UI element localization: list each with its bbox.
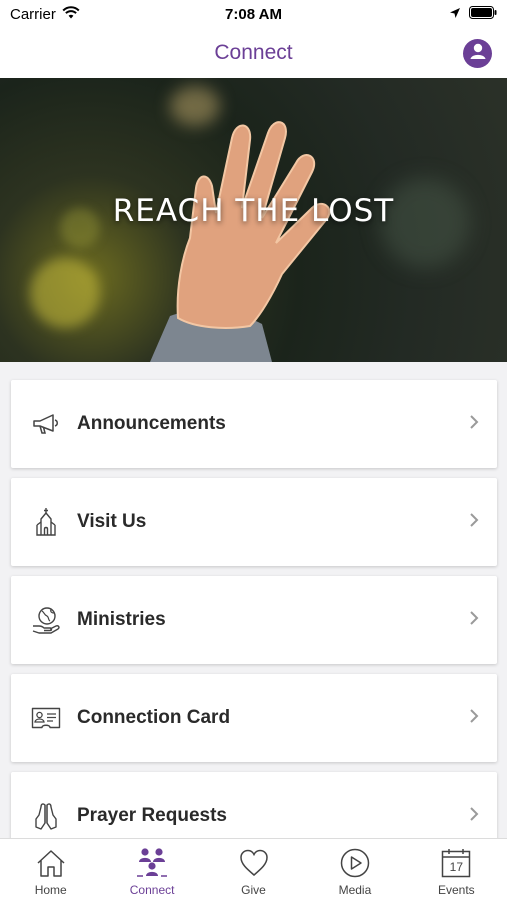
globe-hand-icon: [31, 605, 61, 635]
church-icon: [31, 507, 61, 537]
tab-label: Home: [34, 883, 67, 897]
calendar-day: 17: [449, 860, 463, 874]
chevron-right-icon: [469, 610, 479, 631]
id-card-icon: [31, 703, 61, 733]
people-icon: [135, 847, 169, 879]
tab-give[interactable]: Give: [203, 839, 304, 900]
page-title: Connect: [214, 41, 293, 64]
menu-item-label: Connection Card: [77, 707, 231, 728]
status-bar: Carrier 7:08 AM: [0, 0, 507, 28]
tab-bar: Home Connect Give Media 17 Events: [0, 838, 507, 900]
nav-bar: Connect: [0, 28, 507, 78]
hero-title: REACH THE LOST: [112, 193, 395, 229]
calendar-icon: 17: [439, 847, 473, 879]
tab-home[interactable]: Home: [0, 839, 101, 900]
play-icon: [338, 847, 372, 879]
menu-item-label: Visit Us: [77, 511, 147, 532]
tab-media[interactable]: Media: [304, 839, 405, 900]
chevron-right-icon: [469, 806, 479, 827]
tab-label: Media: [338, 883, 372, 897]
menu-item-ministries[interactable]: Ministries: [11, 576, 497, 664]
heart-icon: [237, 847, 271, 879]
menu-item-connection-card[interactable]: Connection Card: [11, 674, 497, 762]
location-arrow-icon: [449, 6, 461, 23]
profile-icon: [468, 41, 488, 66]
tab-connect[interactable]: Connect: [101, 839, 202, 900]
menu-item-visit-us[interactable]: Visit Us: [11, 478, 497, 566]
carrier-label: Carrier: [10, 5, 56, 23]
menu-item-label: Prayer Requests: [77, 805, 227, 826]
tab-label: Connect: [129, 883, 175, 897]
profile-button[interactable]: [463, 39, 492, 68]
megaphone-icon: [31, 409, 61, 439]
praying-hands-icon: [31, 801, 61, 831]
chevron-right-icon: [469, 414, 479, 435]
chevron-right-icon: [469, 708, 479, 729]
tab-label: Events: [437, 883, 475, 897]
menu-item-announcements[interactable]: Announcements: [11, 380, 497, 468]
menu-item-label: Ministries: [77, 609, 166, 630]
tab-events[interactable]: 17 Events: [406, 839, 507, 900]
tab-label: Give: [241, 883, 266, 897]
hero-banner[interactable]: REACH THE LOST: [0, 78, 507, 362]
home-icon: [34, 847, 68, 879]
wifi-icon: [62, 5, 80, 23]
battery-icon: [469, 5, 497, 23]
chevron-right-icon: [469, 512, 479, 533]
menu-item-label: Announcements: [77, 413, 226, 434]
